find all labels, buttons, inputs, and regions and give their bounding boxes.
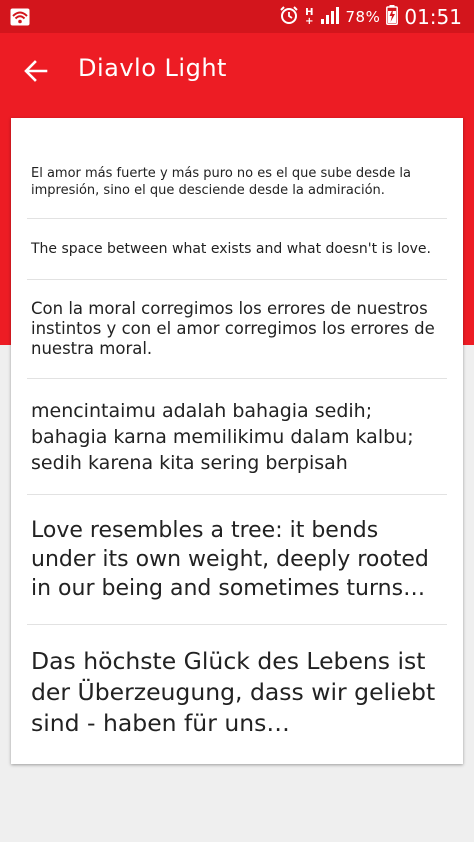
alarm-icon <box>279 5 299 29</box>
status-bar: H + 78% 01:51 <box>0 0 474 33</box>
sample-text-item[interactable]: mencintaimu adalah bahagia sedih; bahagi… <box>27 379 447 495</box>
page-title: Diavlo Light <box>78 54 227 82</box>
sample-text-item[interactable]: The space between what exists and what d… <box>27 219 447 280</box>
wifi-icon <box>10 8 30 30</box>
sample-text-item[interactable]: El amor más fuerte y más puro no es el q… <box>27 118 447 219</box>
battery-percent: 78% <box>345 7 381 26</box>
app-bar: Diavlo Light <box>0 33 474 109</box>
network-activity-label: + <box>305 15 314 27</box>
signal-icon <box>320 6 340 28</box>
back-arrow-icon[interactable] <box>20 55 52 87</box>
status-icons: H + 78% 01:51 <box>279 0 462 33</box>
clock: 01:51 <box>404 4 462 29</box>
battery-icon <box>386 4 399 29</box>
font-preview-card: El amor más fuerte y más puro no es el q… <box>11 118 463 764</box>
sample-text-item[interactable]: Das höchste Glück des Lebens ist der Übe… <box>27 625 447 760</box>
network-type: H + <box>305 7 314 27</box>
sample-text-item[interactable]: Con la moral corregimos los errores de n… <box>27 280 447 379</box>
sample-text-item[interactable]: Love resembles a tree: it bends under it… <box>27 495 447 625</box>
